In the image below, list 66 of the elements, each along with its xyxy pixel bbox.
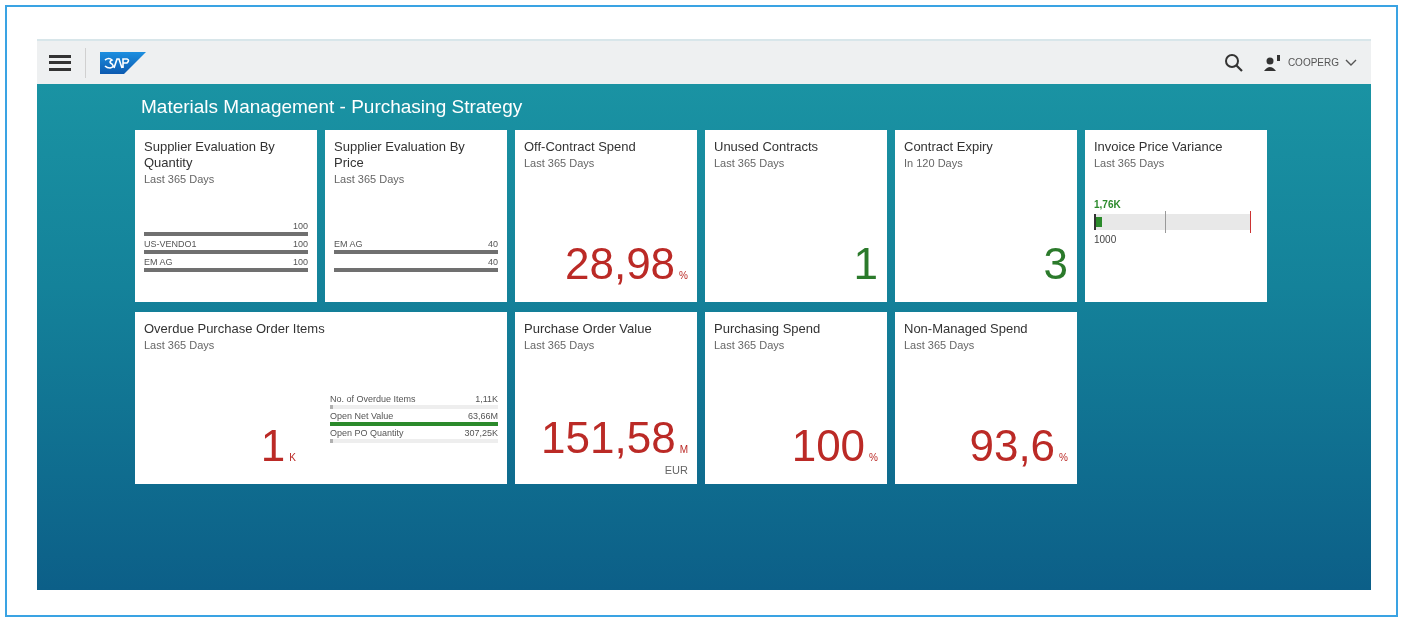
chevron-down-icon <box>1345 58 1357 67</box>
comparison-value: 40 <box>488 239 498 250</box>
tile-subtitle: Last 365 Days <box>144 339 216 351</box>
user-menu[interactable]: COOPERG <box>1257 53 1363 72</box>
kpi-value: 100 <box>791 424 866 468</box>
tile-subtitle: Last 365 Days <box>524 339 596 351</box>
kpi-tile[interactable]: Non-Managed Spend Last 365 Days 93,6% <box>895 312 1077 484</box>
comparison-value: 100 <box>292 257 308 268</box>
tile-title: Purchasing Spend <box>714 321 822 337</box>
tile-title: Supplier Evaluation By Price <box>334 139 466 171</box>
tile-subtitle: Last 365 Days <box>334 173 406 185</box>
comparison-value: 40 <box>488 257 498 268</box>
tile-title: Unused Contracts <box>714 139 820 155</box>
tile-title: Purchase Order Value <box>524 321 653 337</box>
target-value: 1000 <box>1094 234 1118 245</box>
comparison-value: 100 <box>292 239 308 250</box>
comparison-label: US-VENDO1 <box>144 239 197 250</box>
tile-title: Overdue Purchase Order Items <box>144 321 326 337</box>
kpi-unit: K <box>289 452 296 463</box>
menu-button[interactable] <box>49 52 71 73</box>
comparison-label: No. of Overdue Items <box>330 394 416 405</box>
comparison-value: 63,66M <box>467 411 498 422</box>
comparison-label: EM AG <box>334 239 363 250</box>
tile-title: Invoice Price Variance <box>1094 139 1224 155</box>
kpi-tile[interactable]: Contract Expiry In 120 Days 3 <box>895 130 1077 302</box>
kpi-unit: % <box>679 270 688 281</box>
tile-subtitle: In 120 Days <box>904 157 964 169</box>
sap-logo <box>100 51 146 74</box>
comparison-label: EM AG <box>144 257 173 268</box>
comparison-value: 1,11K <box>475 394 498 405</box>
kpi-value: 3 <box>1043 242 1068 286</box>
kpi-tile[interactable]: Overdue Purchase Order Items Last 365 Days 1 K No. of Overdue Items 1,11K Open Net Value 63,66M Open PO Quantity 307,25K <box>135 312 507 484</box>
comparison-value: 100 <box>292 221 308 232</box>
kpi-unit: M <box>679 444 688 455</box>
kpi-value: 1 <box>260 424 286 468</box>
page-title: Materials Management - Purchasing Strategy <box>141 96 524 118</box>
kpi-value: 1 <box>853 242 878 286</box>
search-icon[interactable] <box>1223 52 1244 73</box>
tile-subtitle: Last 365 Days <box>1094 157 1166 169</box>
tile-subtitle: Last 365 Days <box>524 157 596 169</box>
kpi-tile[interactable]: Purchasing Spend Last 365 Days 100% <box>705 312 887 484</box>
tile-subtitle: Last 365 Days <box>904 339 976 351</box>
comparison-value: 307,25K <box>464 428 498 439</box>
kpi-value: 93,6 <box>969 424 1056 468</box>
tile-subtitle: Last 365 Days <box>714 157 786 169</box>
tile-title: Contract Expiry <box>904 139 994 155</box>
tile-subtitle: Last 365 Days <box>144 173 216 185</box>
tile-title: Off-Contract Spend <box>524 139 637 155</box>
kpi-unit: % <box>869 452 878 463</box>
tile-subtitle: Last 365 Days <box>714 339 786 351</box>
kpi-tile[interactable]: Supplier Evaluation By Price Last 365 Days EM AG 40 40 <box>325 130 507 302</box>
kpi-value: 151,58 <box>541 416 676 460</box>
kpi-value: 28,98 <box>565 242 676 286</box>
comparison-label: Open Net Value <box>330 411 394 422</box>
kpi-unit: % <box>1059 452 1068 463</box>
kpi-tile[interactable]: Supplier Evaluation By Quantity Last 365 Days 100 US-VENDO1 100 EM AG 100 <box>135 130 317 302</box>
kpi-tile[interactable]: Invoice Price Variance Last 365 Days 1,76K 1000 <box>1085 130 1267 302</box>
tile-title: Non-Managed Spend <box>904 321 1029 337</box>
kpi-tile[interactable]: Purchase Order Value Last 365 Days 151,58 M EUR <box>515 312 697 484</box>
kpi-tile[interactable]: Unused Contracts Last 365 Days 1 <box>705 130 887 302</box>
currency-label: EUR <box>664 464 688 476</box>
user-icon <box>1263 54 1282 71</box>
tile-title: Supplier Evaluation By Quantity <box>144 139 276 171</box>
kpi-tile[interactable]: Off-Contract Spend Last 365 Days 28,98% <box>515 130 697 302</box>
comparison-label: Open PO Quantity <box>330 428 404 439</box>
actual-value: 1,76K <box>1094 199 1122 210</box>
